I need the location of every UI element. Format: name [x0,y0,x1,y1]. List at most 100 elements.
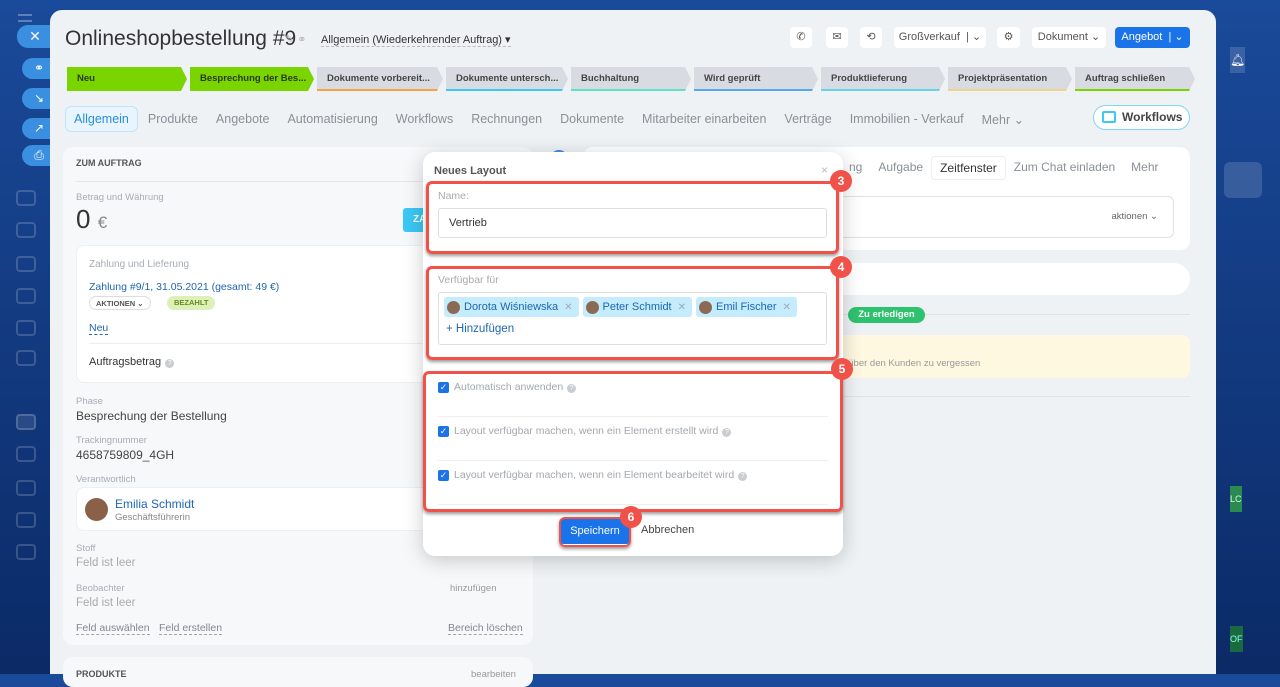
stage-7[interactable]: Projektpräsentation [948,67,1072,91]
nav-icon[interactable] [16,256,36,272]
cancel-button[interactable]: Abbrechen [641,524,694,536]
tab-2[interactable]: Angebote [208,107,278,131]
offer-label: Angebot [1121,31,1163,43]
responsible-label: Verantwortlich [76,474,136,485]
amount: 0 [76,204,91,234]
help-icon[interactable]: ? [165,359,175,368]
payment-actions-dropdown[interactable]: AKTIONEN ⌄ [89,296,151,310]
todo-text: t über den Kunden zu vergessen [843,358,981,369]
sales-label: Großverkauf [898,31,960,43]
tab-bar: Allgemein Produkte Angebote Automatisierung… [65,106,1034,132]
tab-6[interactable]: Dokumente [552,107,632,131]
funnel-icon[interactable] [16,414,36,430]
tab-9[interactable]: Immobilien - Verkauf [842,107,972,131]
stage-0[interactable]: Neu [67,67,187,91]
stoff-value: Feld ist leer [76,557,136,569]
chart-icon[interactable] [16,512,36,528]
stage-8[interactable]: Auftrag schließen [1075,67,1195,91]
nav-icon[interactable] [16,480,36,496]
contact-initials[interactable]: LC [1230,486,1242,512]
new-payment-link[interactable]: Neu [89,322,109,335]
workflows-button[interactable]: Workflows [1093,105,1190,130]
chat-icon[interactable]: ⟲ [860,27,882,48]
tracking-label: Trackingnummer [76,435,147,446]
stage-4[interactable]: Buchhaltung [571,67,691,91]
card-heading: ZUM AUFTRAG [76,158,142,168]
paid-badge: BEZAHLT [167,296,216,310]
left-sidebar: ✕ ⚭ ↘ ↗ ⎙ [0,0,56,674]
menu-icon[interactable] [18,14,32,22]
amount-label: Betrag und Währung [76,192,164,203]
category-selector[interactable]: Allgemein (Wiederkehrender Auftrag) ▾ [321,33,511,47]
right-sidebar [1216,0,1280,674]
callout-number: 6 [620,506,642,528]
document-dropdown[interactable]: Dokument ⌄ [1032,27,1106,48]
tab-4[interactable]: Workflows [388,107,461,131]
tab-3[interactable]: Automatisierung [279,107,385,131]
nav-icon[interactable] [16,190,36,206]
currency: € [97,213,108,232]
sales-dropdown[interactable]: Großverkauf | ⌄ [894,27,986,48]
gear-icon[interactable]: ⚙ [997,27,1020,48]
edit-icon[interactable]: ✎ ⚭ [285,33,307,46]
payment-link[interactable]: Zahlung #9/1, 31.05.2021 (gesamt: 49 €) [89,281,279,293]
timeline-tab-4[interactable]: Mehr [1123,156,1166,180]
select-field-link[interactable]: Feld auswählen [76,622,150,635]
category-label: Allgemein (Wiederkehrender Auftrag) [321,34,502,46]
callout-frame [426,266,839,360]
todo-badge: Zu erledigen [848,307,925,323]
order-total-label: Auftragsbetrag? [89,356,175,368]
offer-button[interactable]: Angebot | ⌄ [1115,27,1190,48]
callout-number: 5 [831,358,853,380]
tracking-value: 4658759809_4GH [76,448,175,462]
timeline-tab-2[interactable]: Zeitfenster [931,156,1006,180]
avatar [85,498,108,521]
close-button[interactable]: ✕ [17,25,53,48]
tab-8[interactable]: Verträge [776,107,839,131]
mail-icon[interactable]: ✉ [826,27,848,48]
stage-5[interactable]: Wird geprüft [694,67,818,91]
products-card: PRODUKTE bearbeiten [63,657,533,687]
callout-frame [426,181,839,254]
stage-1[interactable]: Besprechung der Bes... [190,67,314,91]
stage-6[interactable]: Produktlieferung [821,67,945,91]
timeline-tab-3[interactable]: Zum Chat einladen [1006,156,1123,180]
actions-text: aktionen [1111,211,1148,222]
nav-icon[interactable] [16,320,36,336]
callout-frame [423,371,843,512]
contact-initials[interactable]: OF [1230,626,1243,652]
tab-10[interactable]: Mehr ⌄ [974,107,1032,132]
page-title: Onlineshopbestellung #9 [65,27,297,50]
tab-0[interactable]: Allgemein [65,106,138,132]
stage-3[interactable]: Dokumente untersch... [446,67,568,91]
delete-section-link[interactable]: Bereich löschen [448,622,523,635]
cart-icon[interactable] [16,544,36,560]
close-icon[interactable]: × [821,163,828,177]
edit-products-link[interactable]: bearbeiten [471,669,516,680]
nav-icon[interactable] [16,446,36,462]
comment-input[interactable]: aktionen ⌄ [838,196,1174,238]
nav-icon[interactable] [16,222,36,238]
phase-value: Besprechung der Bestellung [76,409,227,423]
payment-label: Zahlung und Lieferung [89,259,190,270]
tab-1[interactable]: Produkte [140,107,206,131]
stage-2[interactable]: Dokumente vorbereit... [317,67,443,91]
order-total-text: Auftragsbetrag [89,356,162,368]
nav-icon[interactable] [16,350,36,366]
bell-icon[interactable]: 🔔︎ [1230,47,1246,73]
timeline-tab-1[interactable]: Aufgabe [870,156,931,180]
amount-value: 0 € [76,204,107,235]
tab-7[interactable]: Mitarbeiter einarbeiten [634,107,774,131]
document-label: Dokument [1037,31,1088,43]
tab-5[interactable]: Rechnungen [463,107,550,131]
stage-bar: Neu Besprechung der Bes... Dokumente vorbe… [67,67,1198,91]
nav-icon[interactable] [16,288,36,304]
phone-icon[interactable]: ✆ [790,27,812,48]
actions-dropdown[interactable]: aktionen ⌄ [1111,211,1158,222]
workflows-icon [1102,111,1116,123]
responsible-name[interactable]: Emilia Schmidt [115,497,194,511]
create-field-link[interactable]: Feld erstellen [159,622,223,635]
responsible-role: Geschäftsführerin [115,512,190,523]
add-observer-link[interactable]: hinzufügen [450,583,496,594]
contact-item[interactable] [1224,162,1262,198]
